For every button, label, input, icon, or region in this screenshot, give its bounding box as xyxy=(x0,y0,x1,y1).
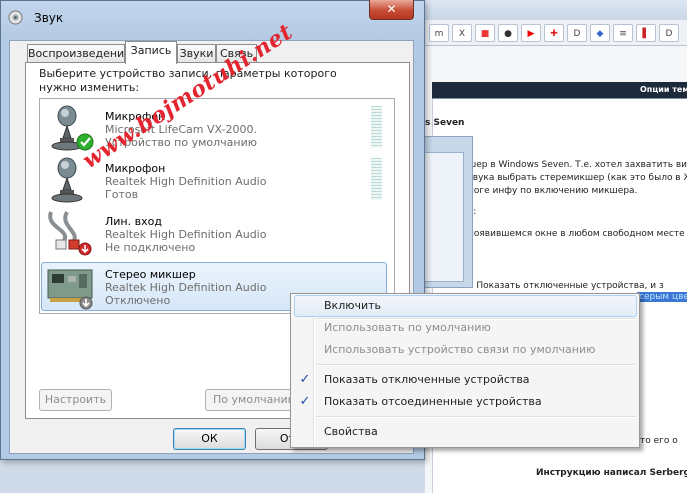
post-text-line: появившемся окне в любом свободном месте xyxy=(468,229,685,239)
browser-tab[interactable]: D xyxy=(659,23,679,42)
menu-item-properties[interactable]: Свойства xyxy=(294,421,637,443)
divider xyxy=(432,98,687,99)
post-text-highlight: серым цве xyxy=(637,292,687,302)
browser-tab[interactable]: m xyxy=(429,23,449,42)
device-name: Микрофон xyxy=(105,162,166,175)
menu-item-show-disabled[interactable]: Показать отключенные устройства xyxy=(294,369,637,391)
post-title: s Seven xyxy=(425,118,465,128)
device-name: Стерео микшер xyxy=(105,268,196,281)
browser-tab[interactable]: ◆ xyxy=(590,23,610,42)
device-description: Realtek High Definition Audio xyxy=(105,228,267,241)
browser-tab[interactable]: ■ xyxy=(475,23,495,42)
device-name: Лин. вход xyxy=(105,215,162,228)
browser-tab[interactable]: ● xyxy=(498,23,518,42)
level-meter xyxy=(371,158,382,200)
configure-button[interactable]: Настроить xyxy=(39,389,112,411)
browser-tab-strip: m X ■ ● ▶ ✚ D ◆ ≡ ▌ D xyxy=(425,20,687,46)
thread-options-link[interactable]: Опции темы xyxy=(640,85,687,94)
device-status: Отключено xyxy=(105,294,171,307)
speaker-icon xyxy=(8,10,23,25)
line-in-cable-icon xyxy=(43,208,95,256)
post-author-line: Инструкцию написал Serberg xyxy=(536,468,687,478)
menu-separator xyxy=(316,416,636,418)
menu-item-set-default-communication[interactable]: Использовать устройство связи по умолчан… xyxy=(294,339,637,361)
sound-card-icon xyxy=(44,264,96,310)
browser-tab[interactable]: ▌ xyxy=(636,23,656,42)
browser-tab[interactable]: ≡ xyxy=(613,23,633,42)
device-description: Realtek High Definition Audio xyxy=(105,175,267,188)
browser-tab[interactable]: X xyxy=(452,23,472,42)
tab-playback[interactable]: Воспроизведение xyxy=(27,44,131,63)
browser-tab[interactable]: ▶ xyxy=(521,23,541,42)
device-status: Готов xyxy=(105,188,139,201)
post-text-line: ноге инфу по включению микшера. xyxy=(468,186,638,196)
device-description: Realtek High Definition Audio xyxy=(105,281,267,294)
device-status: Не подключено xyxy=(105,241,196,254)
browser-tab[interactable]: ✚ xyxy=(544,23,564,42)
tab-sounds[interactable]: Звуки xyxy=(177,44,216,63)
menu-item-show-disconnected[interactable]: Показать отсоединенные устройства xyxy=(294,391,637,413)
menu-item-enable[interactable]: Включить xyxy=(294,295,637,317)
post-text-line: а Показать отключенные устройства, и з xyxy=(468,281,664,291)
browser-tab[interactable]: D xyxy=(567,23,587,42)
menu-item-set-default[interactable]: Использовать по умолчанию xyxy=(294,317,637,339)
menu-separator xyxy=(316,364,636,366)
post-text-line: звука выбрать стеремикшер (как это было … xyxy=(468,173,687,183)
close-button[interactable]: ✕ xyxy=(369,0,414,20)
tab-recording[interactable]: Запись xyxy=(125,41,177,64)
post-text-line: то его о xyxy=(640,436,678,446)
post-text-line: шер в Windows Seven. Т.е. хотел захватит… xyxy=(468,160,687,170)
ok-button[interactable]: ОК xyxy=(173,428,246,450)
level-meter xyxy=(371,106,382,148)
dialog-title: Звук xyxy=(34,11,64,25)
